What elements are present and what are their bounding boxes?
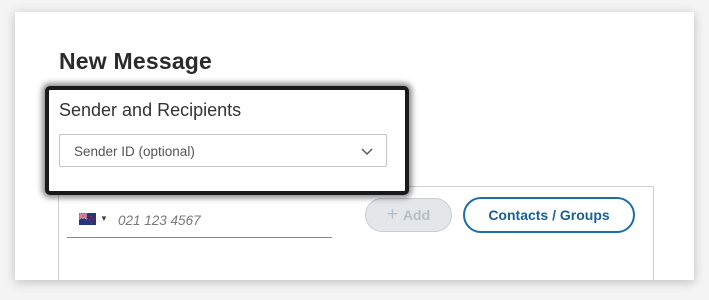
add-button-label: Add <box>402 207 431 223</box>
page-title: New Message <box>59 48 213 74</box>
contacts-groups-button[interactable]: Contacts / Groups <box>463 197 635 233</box>
add-button[interactable]: + Add <box>365 198 452 232</box>
country-caret-icon[interactable]: ▼ <box>100 214 108 223</box>
sender-id-value: Sender ID (optional) <box>74 144 195 159</box>
section-label: Sender and Recipients <box>59 100 242 120</box>
sender-id-select[interactable]: Sender ID (optional) <box>59 134 387 167</box>
chevron-down-icon <box>361 148 373 155</box>
sender-section-highlight: Sender and Recipients Sender ID (optiona… <box>45 86 409 195</box>
phone-number-row: ▼ <box>67 206 332 238</box>
nz-flag-icon[interactable] <box>79 213 96 225</box>
message-card: New Message Sender and Recipients Sender… <box>15 12 694 280</box>
plus-icon: + <box>386 203 398 225</box>
phone-number-input[interactable] <box>118 209 318 231</box>
contacts-groups-label: Contacts / Groups <box>488 207 610 223</box>
